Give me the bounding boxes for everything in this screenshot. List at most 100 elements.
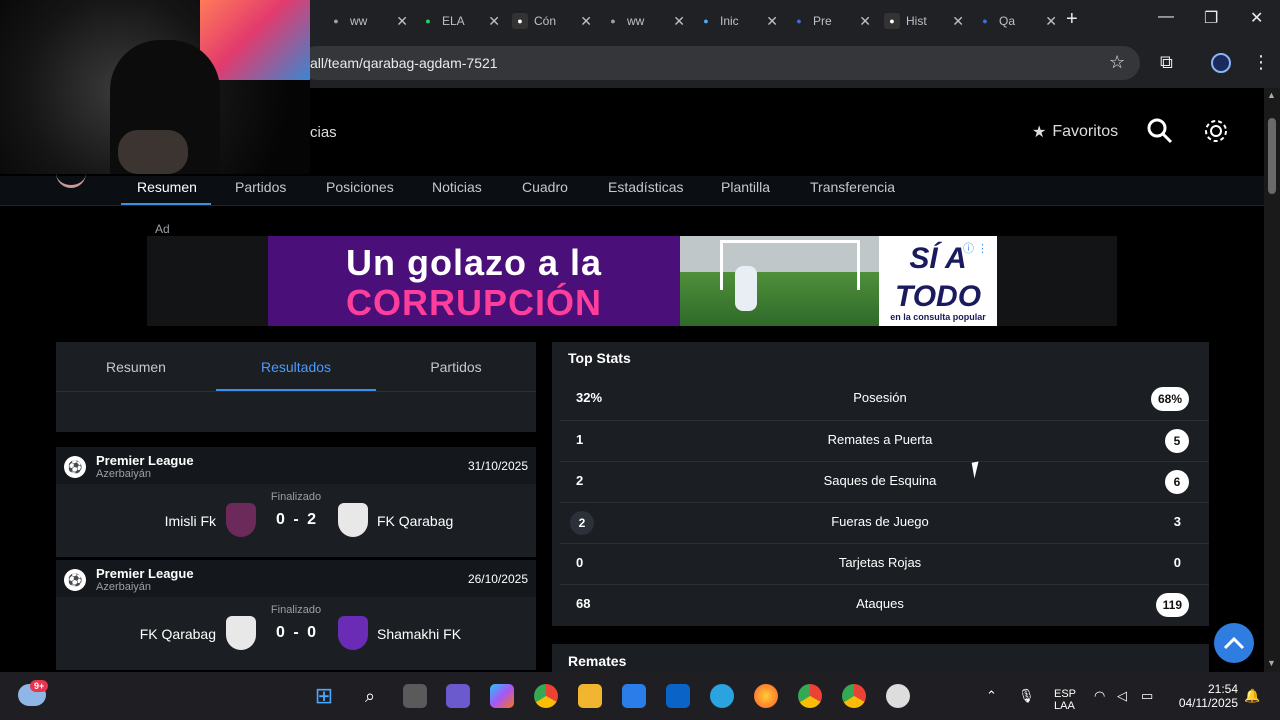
close-tab-icon[interactable]: ✕ [859, 13, 871, 30]
favorites-link[interactable]: ★ Favoritos [1032, 122, 1118, 142]
tab-title: Inic [720, 14, 739, 28]
k-icon: ● [425, 16, 431, 26]
away-team-crest [338, 503, 368, 537]
subnav-active-underline [121, 203, 211, 205]
subnav-item-noticias[interactable]: Noticias [432, 179, 482, 199]
chrome-active-icon[interactable] [798, 684, 822, 708]
stat-row: 68 Ataques 119 [560, 584, 1209, 624]
recording-app-icon[interactable] [886, 684, 910, 708]
settings-gear-icon[interactable] [1203, 118, 1229, 151]
outlook-icon[interactable] [666, 684, 690, 708]
ad-line-1: Un golazo a la [345, 242, 603, 283]
stat-label: Posesión [853, 390, 907, 405]
chrome-icon[interactable] [534, 684, 558, 708]
scrollbar-thumb[interactable] [1268, 118, 1276, 194]
copilot-icon[interactable] [490, 684, 514, 708]
stat-label: Tarjetas Rojas [838, 555, 922, 570]
task-view-icon[interactable] [403, 684, 427, 708]
close-window-button[interactable]: ✕ [1250, 8, 1263, 28]
search-icon[interactable] [1147, 118, 1173, 151]
league-ball-icon: ⚽ [64, 456, 86, 478]
match-card[interactable]: ⚽ Premier League Azerbaiyán 26/10/2025 Final… [56, 560, 536, 670]
subnav-item-partidos[interactable]: Partidos [235, 179, 286, 199]
minimize-button[interactable]: — [1158, 8, 1174, 26]
match-status: Finalizado [270, 604, 322, 616]
windows-start-icon[interactable]: ⊞ [312, 684, 336, 708]
close-tab-icon[interactable]: ✕ [766, 13, 778, 30]
nav-news-link[interactable]: cias [310, 124, 337, 141]
browser-menu-icon[interactable]: ⋮ [1252, 52, 1270, 73]
url-field[interactable]: all/team/qarabag-agdam-7521 [300, 46, 1140, 80]
tab-resultados[interactable]: Resultados [216, 359, 376, 375]
globe-icon: ● [610, 16, 616, 26]
bookmark-star-icon[interactable]: ☆ [1109, 52, 1125, 73]
browser-tab-5[interactable]: ● Pre ✕ [791, 8, 871, 34]
extensions-icon[interactable]: ⧉ [1160, 52, 1173, 73]
firefox-icon[interactable] [754, 684, 778, 708]
close-tab-icon[interactable]: ✕ [396, 13, 408, 30]
background-monitor [200, 0, 310, 80]
subnav-item-posiciones[interactable]: Posiciones [326, 179, 394, 199]
inv-icon: ● [884, 13, 900, 29]
browser-tab-1[interactable]: ● ELA ✕ [420, 8, 500, 34]
ad-slogan[interactable]: Un golazo a la CORRUPCIÓN [268, 236, 680, 326]
language-indicator[interactable]: ESP LAA [1054, 688, 1076, 712]
teams-icon[interactable] [446, 684, 470, 708]
clock[interactable]: 21:54 04/11/2025 [1174, 682, 1238, 710]
subnav-item-resumen[interactable]: Resumen [137, 179, 197, 199]
new-tab-button[interactable]: + [1066, 8, 1078, 31]
scroll-down-arrow[interactable]: ▼ [1267, 658, 1276, 668]
close-tab-icon[interactable]: ✕ [952, 13, 964, 30]
tab-title: ww [627, 14, 645, 28]
browser-tab-2[interactable]: ● Cón ✕ [512, 8, 592, 34]
league-name: Premier League [96, 566, 194, 581]
telegram-icon[interactable] [710, 684, 734, 708]
browser-tab-6[interactable]: ● Hist ✕ [884, 8, 964, 34]
taskbar-search-icon[interactable]: ⌕ [358, 684, 382, 708]
top-stats-title: Top Stats [568, 350, 631, 366]
scroll-up-arrow[interactable]: ▲ [1267, 90, 1276, 100]
ad-info-icon[interactable]: ⓘ ⋮ [963, 240, 988, 256]
browser-tab-0[interactable]: ● ww ✕ [328, 8, 408, 34]
browser-tab-3[interactable]: ● ww ✕ [605, 8, 685, 34]
tab-title: ww [350, 14, 368, 28]
file-explorer-icon[interactable] [578, 684, 602, 708]
store-icon[interactable] [622, 684, 646, 708]
match-score: 0 - 2 [275, 511, 318, 528]
subnav-item-transferencia[interactable]: Transferencia [810, 179, 895, 199]
match-date: 26/10/2025 [467, 572, 528, 586]
subnav-item-plantilla[interactable]: Plantilla [721, 179, 770, 199]
browser-tab-4[interactable]: ● Inic ✕ [698, 8, 778, 34]
wifi-icon[interactable]: ◠ [1094, 688, 1105, 704]
subnav-item-cuadro[interactable]: Cuadro [522, 179, 568, 199]
stat-right-value: 68% [1150, 387, 1189, 411]
restore-button[interactable]: ❐ [1204, 8, 1218, 28]
volume-icon[interactable]: ◁ [1117, 688, 1127, 704]
player-figure [735, 266, 757, 311]
page-scrollbar[interactable]: ▲ ▼ [1264, 88, 1280, 672]
match-card[interactable]: ⚽ Premier League Azerbaiyán 31/10/2025 Final… [56, 447, 536, 557]
tab-partidos[interactable]: Partidos [376, 359, 536, 375]
close-tab-icon[interactable]: ✕ [488, 13, 500, 30]
battery-icon[interactable]: ▭ [1141, 688, 1153, 704]
stat-row: 32% Posesión 68% [560, 379, 1209, 419]
chrome-profile-icon[interactable] [842, 684, 866, 708]
tray-overflow-icon[interactable]: ⌃ [986, 688, 997, 704]
ad-football-photo[interactable] [680, 236, 879, 326]
browser-tab-7[interactable]: ● Qa ✕ [977, 8, 1057, 34]
close-tab-icon[interactable]: ✕ [1045, 13, 1057, 30]
profile-avatar[interactable] [1211, 53, 1231, 73]
away-team-name[interactable]: FK Qarabag [377, 513, 453, 529]
subnav-item-estadísticas[interactable]: Estadísticas [608, 179, 683, 199]
away-team-name[interactable]: Shamakhi FK [377, 626, 461, 642]
close-tab-icon[interactable]: ✕ [673, 13, 685, 30]
notifications-bell-icon[interactable]: 🔔 [1244, 688, 1260, 704]
close-tab-icon[interactable]: ✕ [580, 13, 592, 30]
match-status: Finalizado [270, 491, 322, 503]
stat-label: Ataques [856, 596, 904, 611]
microphone-icon[interactable]: 🎙 [1018, 688, 1035, 704]
league-country: Azerbaiyán [96, 468, 152, 480]
tab-resumen[interactable]: Resumen [56, 359, 216, 375]
stat-row: 2 Saques de Esquina 6 [560, 461, 1209, 501]
scroll-to-top-button[interactable] [1214, 623, 1254, 663]
